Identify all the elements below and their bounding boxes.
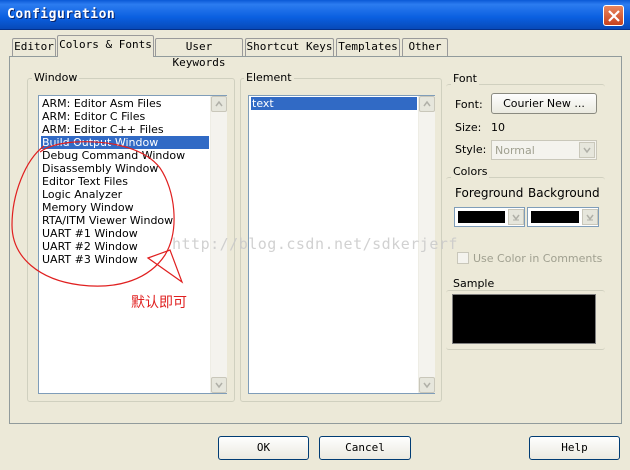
red-annotation-ellipse	[11, 141, 184, 287]
tab-colors-fonts[interactable]: Colors & Fonts	[57, 35, 154, 57]
cancel-button[interactable]: Cancel	[319, 436, 411, 460]
ok-label: OK	[256, 441, 271, 454]
ok-button[interactable]: OK	[218, 436, 309, 460]
cancel-label: Cancel	[345, 441, 385, 454]
help-button[interactable]: Help	[529, 436, 620, 460]
annotation-note: 默认即可	[131, 295, 187, 311]
tab-label: Colors & Fonts	[59, 38, 152, 51]
help-label: Help	[561, 441, 588, 454]
